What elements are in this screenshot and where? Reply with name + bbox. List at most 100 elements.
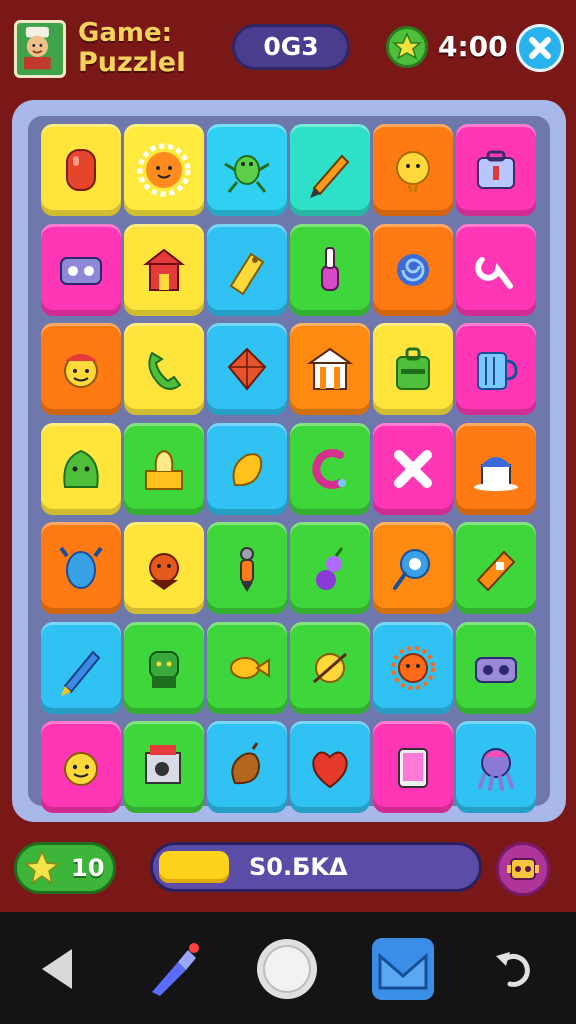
tile-7-4[interactable] xyxy=(290,721,370,813)
red-heart-leaf-icon xyxy=(312,751,348,789)
tile-2-1[interactable] xyxy=(41,223,121,316)
robot-helper-button[interactable] xyxy=(496,842,550,896)
nail-polish-icon xyxy=(321,246,339,291)
tile-7-2[interactable] xyxy=(124,721,204,813)
tile-7-5[interactable] xyxy=(373,721,453,813)
tile-5-3[interactable] xyxy=(207,522,287,614)
tile-6-3[interactable] xyxy=(207,621,287,714)
tile-5-4[interactable] xyxy=(290,522,370,614)
robot-icon xyxy=(507,858,539,880)
tile-6-4[interactable] xyxy=(290,621,370,714)
tile-6-2[interactable] xyxy=(124,621,204,714)
player-avatar[interactable] xyxy=(14,20,66,78)
green-blob-icon xyxy=(63,449,99,488)
green-goblin-icon xyxy=(149,650,179,688)
brush-icon xyxy=(152,943,199,996)
tile-3-1[interactable] xyxy=(41,323,121,415)
tile-1-6[interactable] xyxy=(456,124,536,216)
green-luggage-icon xyxy=(396,347,430,390)
mail-icon xyxy=(372,938,434,1000)
star-icon xyxy=(24,850,60,885)
tile-2-2[interactable] xyxy=(124,223,204,316)
tool-pen-icon xyxy=(240,547,254,592)
tile-6-6[interactable] xyxy=(456,621,536,714)
home-circle-icon xyxy=(257,939,317,999)
tile-4-4[interactable] xyxy=(290,422,370,515)
tile-7-1[interactable] xyxy=(41,721,121,813)
nav-mail-button[interactable] xyxy=(368,934,438,1004)
tile-7-3[interactable] xyxy=(207,721,287,813)
title-line-2: PuzzleI xyxy=(78,47,187,78)
tile-4-6[interactable] xyxy=(456,422,536,515)
tissue-box-icon xyxy=(145,449,183,490)
white-cross-icon xyxy=(394,449,432,488)
purple-robot-icon xyxy=(475,656,517,683)
tile-3-6[interactable] xyxy=(456,323,536,415)
star-icon xyxy=(391,32,423,60)
bottom-hud: 10 S0.БKΔ xyxy=(0,828,576,910)
nav-back-button[interactable] xyxy=(24,934,94,1004)
tile-1-1[interactable] xyxy=(41,124,121,216)
purple-gourd-icon xyxy=(316,547,344,590)
tile-6-1[interactable] xyxy=(41,621,121,714)
tile-4-2[interactable] xyxy=(124,422,204,515)
undo-icon xyxy=(496,952,530,987)
tile-1-5[interactable] xyxy=(373,124,453,216)
orange-stapler-icon xyxy=(476,550,516,592)
red-capsule-icon xyxy=(66,149,96,191)
yellow-face-icon xyxy=(64,752,98,786)
mini-house-icon xyxy=(474,456,518,491)
tile-3-2[interactable] xyxy=(124,323,204,415)
tile-grid xyxy=(28,116,550,813)
blue-owl-icon xyxy=(59,546,103,589)
yellow-tag-icon xyxy=(229,252,265,295)
tile-5-2[interactable] xyxy=(124,522,204,614)
suitcase-icon xyxy=(477,150,515,189)
tile-1-2[interactable] xyxy=(124,124,204,216)
house-lantern-icon xyxy=(143,248,185,291)
pencil-icon xyxy=(310,154,350,198)
yellow-chick-icon xyxy=(396,151,430,193)
score-display: 0G3 xyxy=(232,24,350,70)
tile-1-3[interactable] xyxy=(207,124,287,216)
tile-5-6[interactable] xyxy=(456,522,536,614)
orange-sun-icon xyxy=(391,645,435,690)
green-bug-icon xyxy=(224,155,270,193)
purple-octopus-icon xyxy=(478,748,514,791)
nav-brush-button[interactable] xyxy=(138,934,208,1004)
tile-3-4[interactable] xyxy=(290,323,370,415)
wrench-icon xyxy=(475,256,513,289)
tile-2-4[interactable] xyxy=(290,223,370,316)
tile-4-1[interactable] xyxy=(41,422,121,515)
orange-bird-icon xyxy=(149,553,179,590)
blue-snail-icon xyxy=(397,253,429,286)
temple-icon xyxy=(306,347,354,390)
game-title: Game: PuzzleI xyxy=(78,18,186,78)
tile-6-5[interactable] xyxy=(373,621,453,714)
tile-2-3[interactable] xyxy=(207,223,287,316)
tile-1-4[interactable] xyxy=(290,124,370,216)
camera-box-icon xyxy=(145,745,181,784)
yellow-bean-icon xyxy=(232,452,263,486)
nav-undo-button[interactable] xyxy=(480,934,550,1004)
timer: 4:00 xyxy=(438,30,508,63)
tile-3-5[interactable] xyxy=(373,323,453,415)
phone-icon xyxy=(148,351,182,390)
progress-fill xyxy=(159,851,229,883)
tile-5-5[interactable] xyxy=(373,522,453,614)
tablet-icon xyxy=(398,748,428,788)
tile-7-6[interactable] xyxy=(456,721,536,813)
star-bonus-button[interactable] xyxy=(386,26,428,68)
tile-4-5[interactable] xyxy=(373,422,453,515)
close-button[interactable] xyxy=(516,24,564,72)
tile-2-5[interactable] xyxy=(373,223,453,316)
nav-home-button[interactable] xyxy=(252,934,322,1004)
progress-label: S0.БKΔ xyxy=(249,853,348,881)
tile-2-6[interactable] xyxy=(456,223,536,316)
tile-5-1[interactable] xyxy=(41,522,121,614)
tile-4-3[interactable] xyxy=(207,422,287,515)
tile-3-3[interactable] xyxy=(207,323,287,415)
yellow-fish-icon xyxy=(230,656,270,679)
blue-mug-icon xyxy=(477,352,518,390)
blue-pencil-icon xyxy=(61,650,101,696)
